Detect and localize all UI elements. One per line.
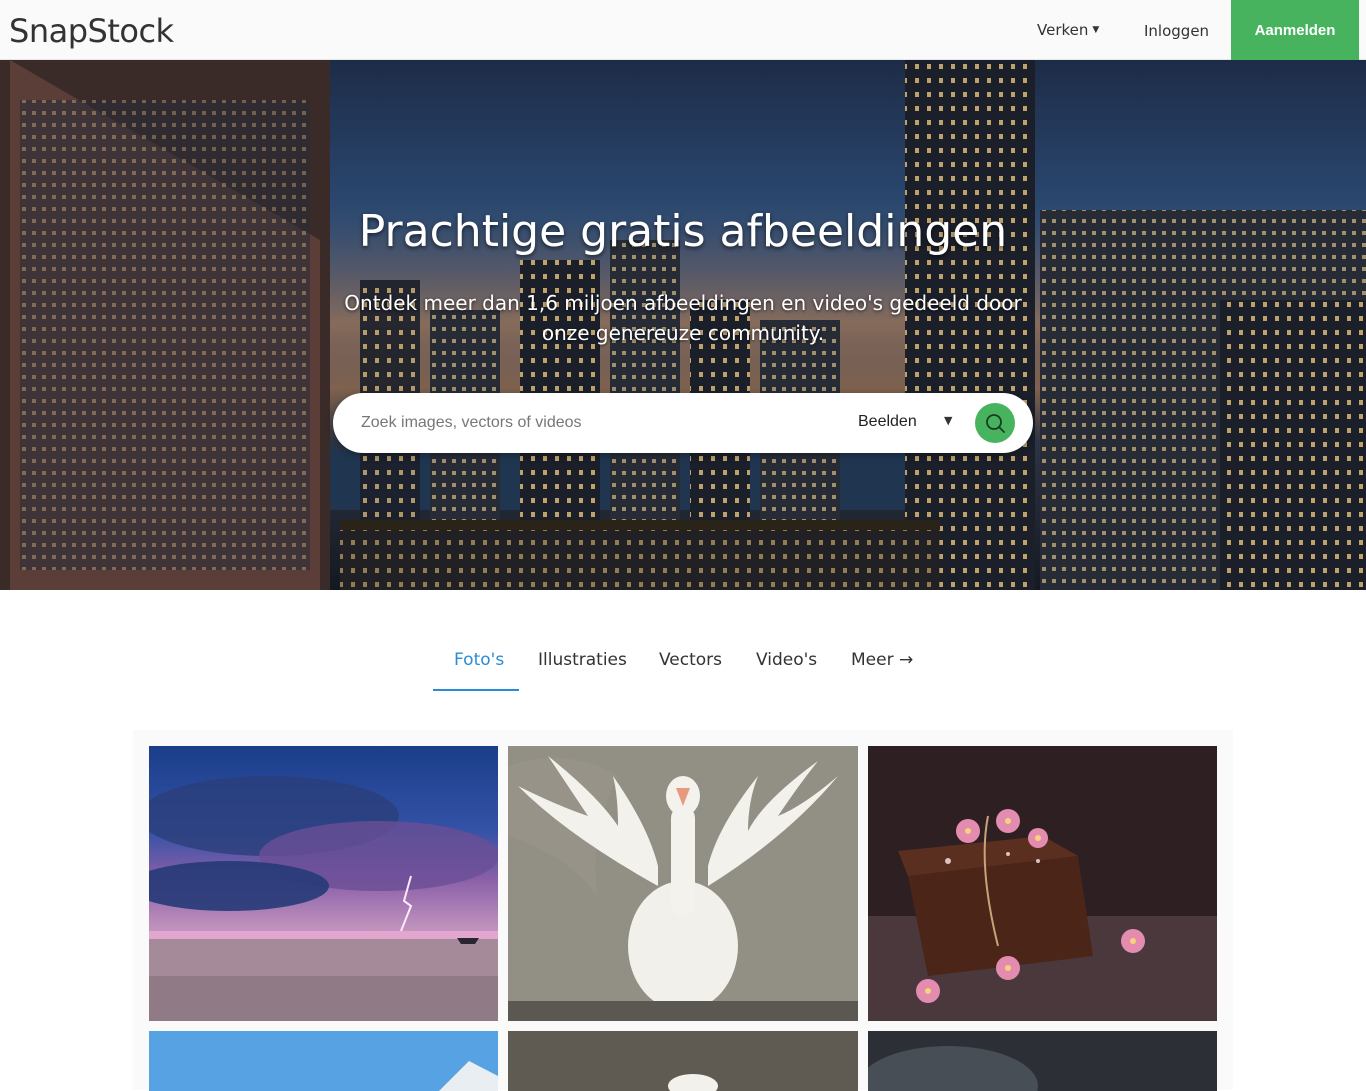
site-logo[interactable]: SnapStock [9, 12, 174, 50]
search-input[interactable] [361, 411, 821, 435]
gallery-photo-storm-beach[interactable] [149, 746, 498, 1021]
tab-vectors[interactable]: Vectors [659, 650, 722, 670]
tab-illustrations[interactable]: Illustraties [538, 650, 627, 670]
tab-videos[interactable]: Video's [756, 650, 817, 670]
active-tab-indicator [433, 689, 519, 691]
gallery-photo-goose-splash[interactable] [508, 1031, 858, 1091]
explore-menu-label: Verken [1037, 21, 1089, 39]
gallery-photo-night-sky[interactable] [868, 1031, 1217, 1091]
photo-storm-image [149, 746, 498, 1021]
gallery-photo-mountain[interactable] [149, 1031, 498, 1091]
photo-night-image [868, 1031, 1217, 1091]
caret-down-icon[interactable]: ▼ [944, 414, 952, 427]
search-bar: Beelden ▼ [333, 393, 1033, 453]
hero-subtitle: Ontdek meer dan 1,6 miljoen afbeeldingen… [344, 291, 1022, 345]
photo-splash-image [508, 1031, 858, 1091]
search-type-select[interactable]: Beelden [858, 413, 917, 431]
image-gallery [133, 730, 1233, 1091]
signup-button[interactable]: Aanmelden [1231, 0, 1359, 60]
hero-banner: Prachtige gratis afbeeldingen Ontdek mee… [0, 60, 1366, 590]
login-link[interactable]: Inloggen [1144, 22, 1209, 40]
tab-more[interactable]: Meer → [851, 650, 913, 670]
explore-menu[interactable]: Verken ▼ [1037, 21, 1099, 39]
hero-title: Prachtige gratis afbeeldingen [358, 206, 1008, 257]
media-type-tabs: Foto's Illustraties Vectors Video's Meer… [0, 630, 1366, 692]
photo-goose-image [508, 746, 858, 1021]
caret-down-icon: ▼ [1092, 25, 1100, 35]
gallery-photo-cake[interactable] [868, 746, 1217, 1021]
photo-cake-image [868, 746, 1217, 1021]
tab-photos[interactable]: Foto's [454, 650, 504, 670]
top-navbar: SnapStock Verken ▼ Inloggen Aanmelden [0, 0, 1366, 60]
search-icon [986, 414, 1005, 433]
search-button[interactable] [975, 403, 1015, 443]
gallery-photo-goose[interactable] [508, 746, 858, 1021]
photo-mountain-image [149, 1031, 498, 1091]
